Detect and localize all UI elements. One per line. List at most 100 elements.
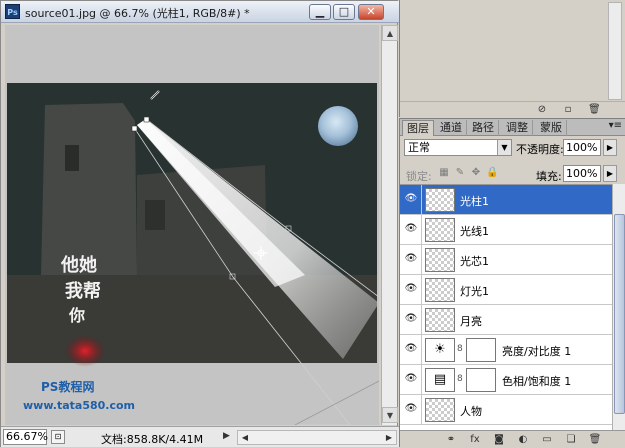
layer-row[interactable]: 👁 光芯1 bbox=[400, 245, 612, 275]
scroll-left-icon[interactable]: ◀ bbox=[238, 431, 252, 444]
eye-icon[interactable]: 👁 bbox=[404, 223, 418, 235]
layer-thumbnail bbox=[425, 218, 455, 242]
layer-row[interactable]: 👁 月亮 bbox=[400, 305, 612, 335]
watermark-site-name: PS教程网 bbox=[41, 379, 94, 394]
eye-icon[interactable]: 👁 bbox=[404, 343, 418, 355]
chevron-down-icon[interactable]: ▼ bbox=[497, 140, 511, 155]
fx-icon[interactable]: fx bbox=[468, 434, 482, 446]
document-window: Ps source01.jpg @ 66.7% (光柱1, RGB/8#) * … bbox=[0, 0, 399, 447]
eye-icon[interactable]: 👁 bbox=[404, 253, 418, 265]
layer-row[interactable]: 👁 光柱1 bbox=[400, 185, 612, 215]
layer-name: 亮度/对比度 1 bbox=[502, 345, 572, 358]
lock-label: 锁定: bbox=[406, 170, 432, 183]
fill-arrow-icon[interactable]: ▶ bbox=[603, 165, 617, 182]
no-entry-icon[interactable]: ⊘ bbox=[536, 104, 548, 116]
layer-thumbnail bbox=[425, 248, 455, 272]
layer-name: 光线1 bbox=[460, 225, 489, 238]
canvas-area[interactable]: 他她 我帮 你 PS教程网 www.tata580.com bbox=[5, 25, 379, 425]
lock-brush-icon[interactable]: ✎ bbox=[454, 167, 466, 179]
chain-link-icon[interactable]: 8 bbox=[457, 374, 463, 384]
top-right-panel: ⊘ ▫ 🗑 bbox=[399, 0, 625, 117]
layers-panel: 图层 通道 路径 调整 蒙版 ▾≡ 正常 ▼ 不透明度: 100% ▶ 锁定: … bbox=[399, 118, 625, 448]
top-panel-toolbar: ⊘ ▫ 🗑 bbox=[400, 101, 625, 117]
document-size-info: 文档:858.8K/4.41M bbox=[101, 433, 204, 446]
layer-row[interactable]: 👁 ☀ 8 亮度/对比度 1 bbox=[400, 335, 612, 365]
layer-name: 人物 bbox=[460, 405, 482, 418]
fill-label: 填充: bbox=[536, 170, 562, 183]
layer-name: 光柱1 bbox=[460, 195, 489, 208]
document-titlebar[interactable]: Ps source01.jpg @ 66.7% (光柱1, RGB/8#) * … bbox=[1, 1, 399, 23]
trash-icon[interactable]: 🗑 bbox=[588, 104, 601, 116]
eye-icon[interactable]: 👁 bbox=[404, 283, 418, 295]
layer-name: 色相/饱和度 1 bbox=[502, 375, 572, 388]
zoom-field[interactable]: 66.67% bbox=[3, 429, 48, 445]
new-item-icon[interactable]: ▫ bbox=[562, 104, 574, 116]
svg-text:他她: 他她 bbox=[60, 254, 97, 276]
top-panel-scrollbar[interactable] bbox=[608, 2, 622, 100]
layer-name: 光芯1 bbox=[460, 255, 489, 268]
layer-name: 灯光1 bbox=[460, 285, 489, 298]
mask-icon[interactable]: ◙ bbox=[492, 434, 506, 446]
eye-icon[interactable]: 👁 bbox=[404, 373, 418, 385]
scrollbar-thumb[interactable] bbox=[614, 214, 625, 414]
lock-move-icon[interactable]: ✥ bbox=[470, 167, 482, 179]
status-menu-arrow-icon[interactable]: ▶ bbox=[223, 431, 230, 441]
svg-text:你: 你 bbox=[68, 306, 85, 325]
lock-transparency-icon[interactable]: ▦ bbox=[438, 167, 450, 179]
layer-list-scrollbar[interactable] bbox=[612, 184, 625, 430]
scroll-up-icon[interactable]: ▲ bbox=[382, 25, 398, 41]
adjustment-icon[interactable]: ◐ bbox=[516, 434, 530, 446]
link-icon[interactable]: ⚭ bbox=[444, 434, 458, 446]
layer-row[interactable]: 👁 光线1 bbox=[400, 215, 612, 245]
lock-all-icon[interactable]: 🔒 bbox=[486, 167, 498, 179]
vertical-scrollbar[interactable]: ▲ ▼ bbox=[381, 25, 398, 425]
status-bar: 66.67% ⊡ 文档:858.8K/4.41M ▶ ◀ ▶ bbox=[1, 426, 399, 447]
blend-mode-select[interactable]: 正常 ▼ bbox=[404, 139, 512, 156]
folder-icon[interactable]: ▭ bbox=[540, 434, 554, 446]
eye-icon[interactable]: 👁 bbox=[404, 403, 418, 415]
eye-icon[interactable]: 👁 bbox=[404, 313, 418, 325]
horizontal-scrollbar[interactable]: ◀ ▶ bbox=[237, 430, 397, 445]
layer-thumbnail bbox=[425, 278, 455, 302]
watermark-site-url: www.tata580.com bbox=[23, 399, 135, 412]
scroll-down-icon[interactable]: ▼ bbox=[382, 407, 398, 423]
layer-list: 👁 光柱1 👁 光线1 👁 光芯1 👁 灯光1 👁 月亮 👁 ☀ 8 亮度/对比… bbox=[400, 184, 612, 430]
scroll-right-icon[interactable]: ▶ bbox=[382, 431, 396, 444]
opacity-field[interactable]: 100% bbox=[563, 139, 601, 156]
hue-saturation-icon: ▤ bbox=[425, 368, 455, 392]
tab-paths[interactable]: 路径 bbox=[468, 120, 499, 136]
canvas-image[interactable]: 他她 我帮 你 PS教程网 www.tata580.com bbox=[5, 25, 379, 425]
blend-mode-value: 正常 bbox=[408, 141, 430, 154]
new-layer-icon[interactable]: ❏ bbox=[564, 434, 578, 446]
eye-icon[interactable]: 👁 bbox=[404, 193, 418, 205]
brightness-contrast-icon: ☀ bbox=[425, 338, 455, 362]
tab-layers[interactable]: 图层 bbox=[402, 120, 434, 136]
status-info-icon[interactable]: ⊡ bbox=[51, 430, 65, 444]
document-title: source01.jpg @ 66.7% (光柱1, RGB/8#) * bbox=[25, 7, 250, 20]
tab-channels[interactable]: 通道 bbox=[436, 120, 467, 136]
trash-icon[interactable]: 🗑 bbox=[588, 434, 602, 446]
svg-text:我帮: 我帮 bbox=[65, 280, 101, 302]
chain-link-icon[interactable]: 8 bbox=[457, 344, 463, 354]
close-button[interactable]: ✕ bbox=[358, 4, 384, 20]
layer-thumbnail bbox=[425, 308, 455, 332]
layer-thumbnail bbox=[425, 188, 455, 212]
layers-footer-toolbar: ⚭ fx ◙ ◐ ▭ ❏ 🗑 bbox=[400, 430, 625, 448]
layer-mask-thumbnail bbox=[466, 338, 496, 362]
layer-row[interactable]: 👁 灯光1 bbox=[400, 275, 612, 305]
panel-tabs: 图层 通道 路径 调整 蒙版 ▾≡ bbox=[400, 119, 625, 136]
opacity-arrow-icon[interactable]: ▶ bbox=[603, 139, 617, 156]
tab-masks[interactable]: 蒙版 bbox=[536, 120, 567, 136]
photoshop-app-icon: Ps bbox=[5, 4, 20, 19]
minimize-button[interactable]: ▁ bbox=[309, 4, 331, 20]
maximize-button[interactable]: □ bbox=[333, 4, 355, 20]
tab-adjustments[interactable]: 调整 bbox=[502, 120, 533, 136]
panel-menu-icon[interactable]: ▾≡ bbox=[609, 120, 622, 131]
layer-thumbnail bbox=[425, 398, 455, 422]
opacity-label: 不透明度: bbox=[516, 143, 564, 156]
layer-row[interactable]: 👁 ▤ 8 色相/饱和度 1 bbox=[400, 365, 612, 395]
fill-field[interactable]: 100% bbox=[563, 165, 601, 182]
layer-row[interactable]: 👁 人物 bbox=[400, 395, 612, 425]
moon bbox=[318, 106, 358, 146]
layer-mask-thumbnail bbox=[466, 368, 496, 392]
